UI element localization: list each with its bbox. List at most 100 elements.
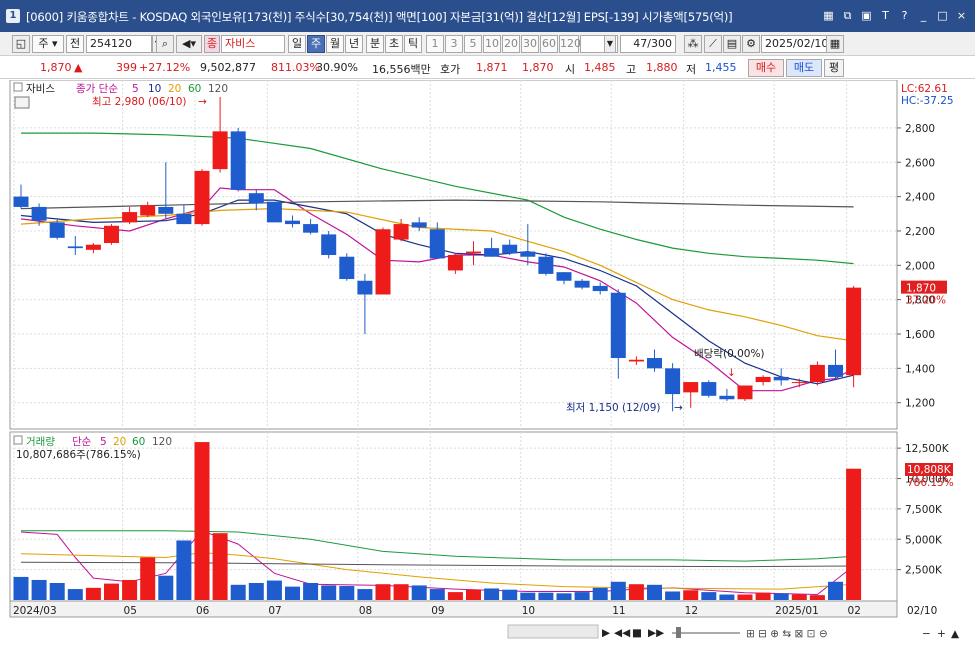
price-tick-label: 2,200 xyxy=(905,226,935,238)
current-volume-pct: 786.15% xyxy=(907,477,954,489)
reset-view-icon[interactable]: ▲ xyxy=(951,628,960,640)
candle-body xyxy=(194,170,210,225)
dividend-annotation: 배당락(0.00%) xyxy=(694,348,765,360)
volume-bar xyxy=(212,533,228,600)
tab-period-day[interactable]: 일 xyxy=(288,35,306,53)
zoom-in-icon[interactable]: + xyxy=(937,628,946,640)
tab-period-week[interactable]: 주 xyxy=(307,35,325,53)
interval-1[interactable]: 1 xyxy=(426,35,444,53)
candle-body xyxy=(828,364,843,377)
current-price-value: 1,870 xyxy=(906,283,936,295)
maximize-button[interactable]: □ xyxy=(935,8,950,23)
save-icon[interactable]: ▤ xyxy=(723,35,741,53)
volume-legend-60: 60 xyxy=(132,436,145,448)
candle-body xyxy=(719,395,735,400)
candle-body xyxy=(85,244,101,250)
interval-30[interactable]: 30 xyxy=(521,35,539,53)
interval-10[interactable]: 10 xyxy=(483,35,501,53)
tab-period-year[interactable]: 년 xyxy=(345,35,363,53)
zoom-out-icon[interactable]: − xyxy=(922,628,931,640)
minimize-button[interactable]: _ xyxy=(916,8,931,23)
chevron-down-icon[interactable]: ▼ xyxy=(604,35,616,53)
candle-body xyxy=(339,256,355,280)
candle-body xyxy=(429,229,445,259)
speaker-icon[interactable]: ◀▾ xyxy=(176,35,202,53)
stop-icon[interactable]: ■ xyxy=(632,627,642,639)
stock-name-field[interactable]: 자비스 xyxy=(221,35,285,53)
x-tick-label: 2025/01 xyxy=(775,605,819,617)
chart-canvas[interactable]: 1,2001,4001,6001,8002,0002,2002,4002,600… xyxy=(0,80,975,651)
chart-toolbar: ◱ 주 ▾ 전 254120 ▼ ⌕ ◀▾ 종 자비스 일 주 월 년 분 초 … xyxy=(0,32,975,56)
layout-icon[interactable]: ◱ xyxy=(12,35,30,53)
all-button[interactable]: 전 xyxy=(66,35,84,53)
candle-body xyxy=(737,385,753,400)
candle-body xyxy=(140,205,156,216)
text-tool-icon[interactable]: T xyxy=(878,8,893,23)
x-tick-label: 10 xyxy=(522,605,535,617)
candle-body xyxy=(122,212,138,223)
volume-bar xyxy=(520,592,536,600)
interval-3[interactable]: 3 xyxy=(445,35,463,53)
indicator-icon[interactable]: ⁂ xyxy=(684,35,702,53)
data-count-field[interactable]: 47/300 xyxy=(620,35,676,53)
volume-bar xyxy=(592,587,608,600)
candle-body xyxy=(375,229,391,295)
x-tick-label: 02 xyxy=(848,605,861,617)
volume-bar xyxy=(393,584,409,600)
title-bar-buttons: ▦ ⧉ ▣ T ? _ □ × xyxy=(821,8,969,23)
title-bar: 1 [0600] 키움종합차트 - KOSDAQ 외국인보유[173(천)] 주… xyxy=(0,0,975,32)
interval-120[interactable]: 120 xyxy=(559,35,581,53)
scroll-start-icon[interactable]: ◀◀ xyxy=(614,627,631,639)
volume-bar xyxy=(13,576,29,600)
candle-body xyxy=(592,285,608,292)
scroll-right-icon[interactable]: ▶ xyxy=(602,627,611,639)
low-price: 1,455 xyxy=(705,61,737,74)
x-tick-label: 2024/03 xyxy=(13,605,57,617)
volume-bar xyxy=(828,581,843,600)
close-button[interactable]: × xyxy=(954,8,969,23)
volume-bar xyxy=(49,582,65,600)
drawing-tool-icon[interactable]: ⟋ xyxy=(704,35,722,53)
volume-legend-type: 단순 xyxy=(72,436,92,448)
calendar-icon[interactable]: ▦ xyxy=(826,35,844,53)
volume-bar xyxy=(701,592,717,600)
volume-tick-label: 5,000K xyxy=(905,534,943,546)
volume-bar xyxy=(737,594,753,600)
volume-bar xyxy=(285,586,300,600)
x-tick-label: 12 xyxy=(685,605,698,617)
average-button[interactable]: 평 xyxy=(824,59,844,77)
save-icon[interactable]: ▣ xyxy=(859,8,874,23)
tab-period-tick[interactable]: 틱 xyxy=(404,35,422,53)
x-tick-label: 05 xyxy=(124,605,137,617)
candle-body xyxy=(683,382,699,393)
window-copy-icon[interactable]: ⧉ xyxy=(840,8,855,23)
chart-icon[interactable]: ▦ xyxy=(821,8,836,23)
help-icon[interactable]: ? xyxy=(897,8,912,23)
interval-60[interactable]: 60 xyxy=(540,35,558,53)
scroll-end-icon[interactable]: ▶▶ xyxy=(648,627,665,639)
date-field[interactable]: 2025/02/10 xyxy=(761,35,828,53)
volume-legend-name: 거래량 xyxy=(26,436,55,448)
gear-icon[interactable]: ⚙ xyxy=(742,35,760,53)
view-tools-icon[interactable]: ⊞ ⊟ ⊕ ⇆ ⊠ ⊡ ⊖ xyxy=(746,628,828,640)
magnifier-icon[interactable]: ⌕ xyxy=(156,35,174,53)
candle-body xyxy=(809,364,825,383)
tab-period-second[interactable]: 초 xyxy=(385,35,403,53)
buy-button[interactable]: 매수 xyxy=(748,59,784,77)
interval-20[interactable]: 20 xyxy=(502,35,520,53)
interval-5[interactable]: 5 xyxy=(464,35,482,53)
period-type-select[interactable]: 주 ▾ xyxy=(32,35,64,53)
data-table-icon[interactable] xyxy=(14,96,30,109)
tab-period-month[interactable]: 월 xyxy=(326,35,344,53)
zoom-handle[interactable] xyxy=(676,627,681,638)
tab-period-minute[interactable]: 분 xyxy=(366,35,384,53)
candle-body xyxy=(791,382,807,384)
volume-bar xyxy=(31,579,47,600)
legend-ma-type: 종가 단순 xyxy=(76,83,118,95)
window-number-icon[interactable]: 1 xyxy=(6,9,20,23)
volume-bar xyxy=(266,580,282,600)
scroll-track[interactable] xyxy=(507,624,599,639)
sell-button[interactable]: 매도 xyxy=(786,59,822,77)
volume-bar xyxy=(122,579,138,600)
stock-code-input[interactable]: 254120 xyxy=(86,35,152,53)
